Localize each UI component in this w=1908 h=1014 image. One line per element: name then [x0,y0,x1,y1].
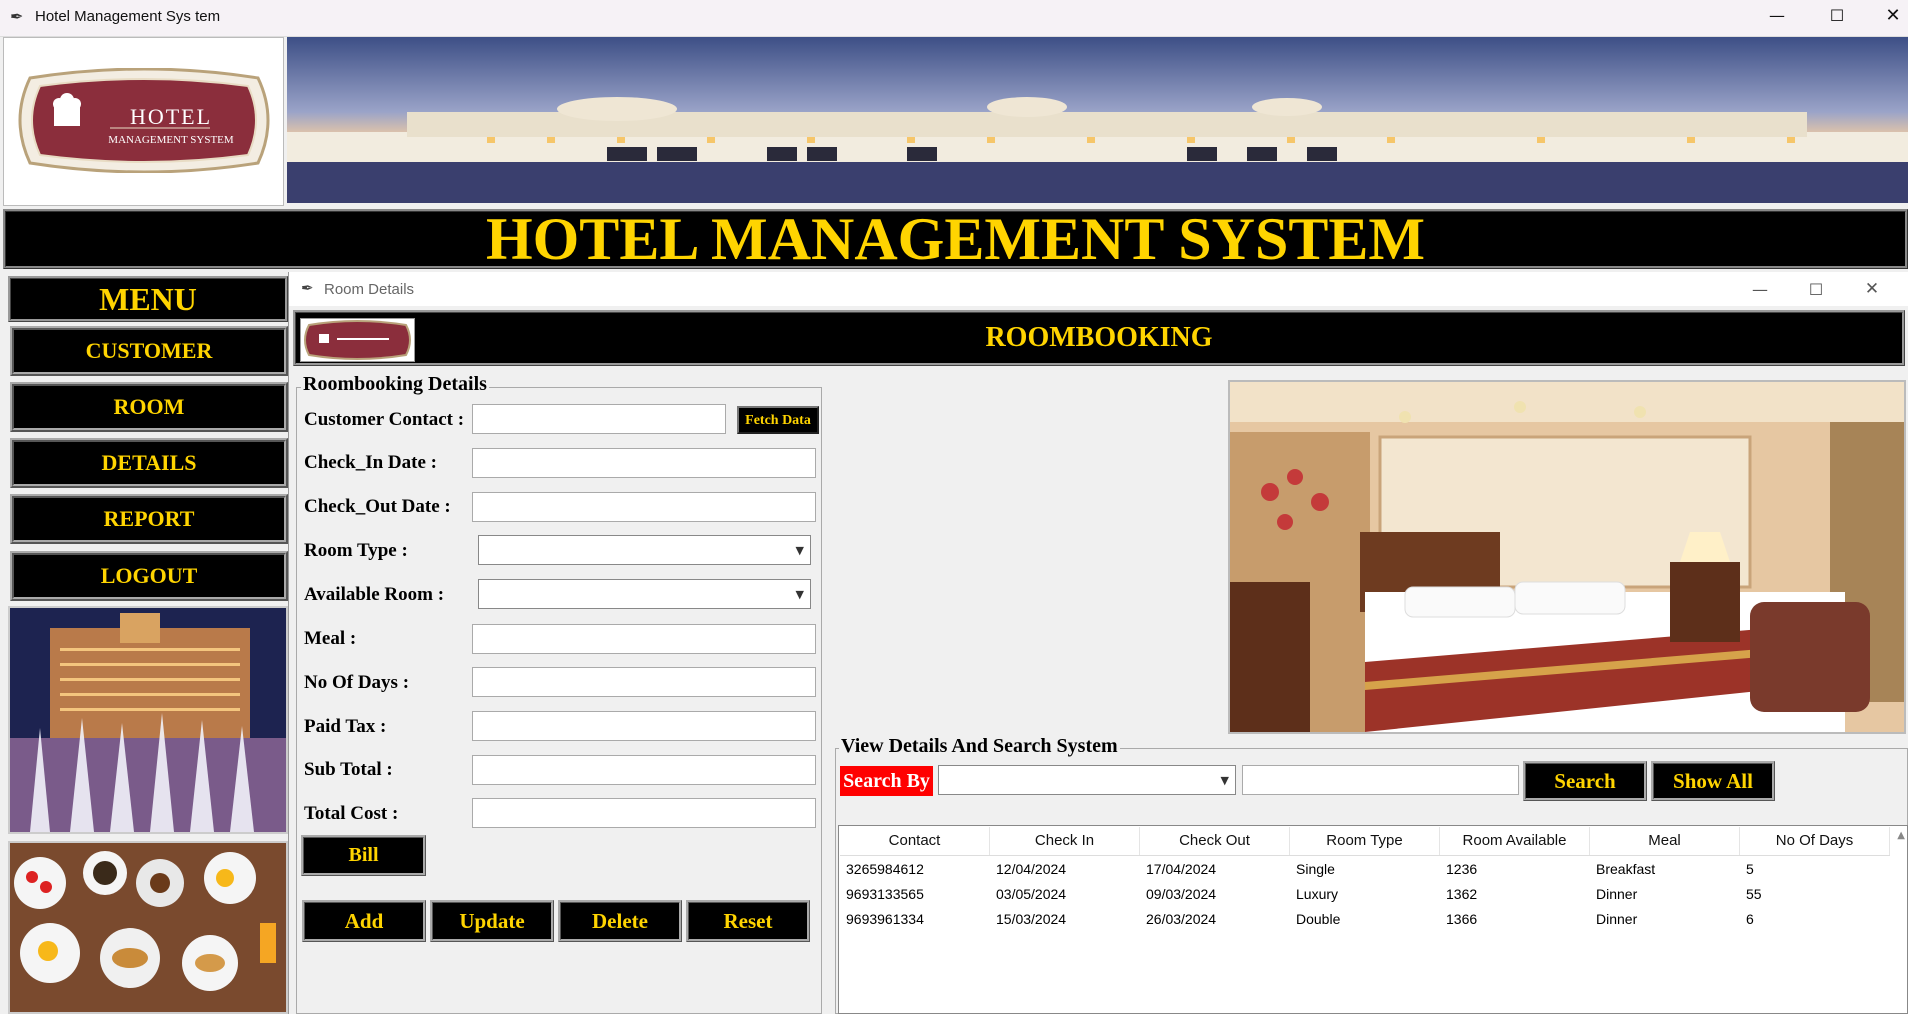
meal-input[interactable] [472,624,816,654]
table-row[interactable]: 3265984612 12/04/2024 17/04/2024 Single … [840,857,1890,881]
chevron-down-icon: ▼ [795,544,804,557]
booking-details-legend: Roombooking Details [301,373,489,396]
cell: 15/03/2024 [996,911,1067,927]
cell: 26/03/2024 [1146,911,1217,927]
table-row[interactable]: 9693133565 03/05/2024 09/03/2024 Luxury … [840,882,1890,906]
menu-title: MENU [8,276,288,322]
menu-details-button[interactable]: DETAILS [10,438,288,488]
search-by-select[interactable]: ▼ [938,765,1236,795]
hotel-logo: HOTEL MANAGEMENT SYSTEM [3,37,284,206]
fetch-data-button[interactable]: Fetch Data [737,406,819,434]
cell: 6 [1746,911,1754,927]
label-total-cost: Total Cost : [304,803,399,824]
label-available-room: Available Room : [304,584,445,605]
table-header: Contact Check In Check Out Room Type Roo… [840,827,1890,856]
cell: 1366 [1446,911,1478,927]
label-room-type: Room Type : [304,540,408,561]
child-window-title: Room Details [324,281,415,298]
delete-button[interactable]: Delete [558,900,682,942]
child-close-icon[interactable]: ✕ [1844,276,1900,302]
breakfast-food-image [8,841,288,1014]
cell: Luxury [1296,886,1339,902]
table-row[interactable]: 9693961334 15/03/2024 26/03/2024 Double … [840,907,1890,931]
cell: Single [1296,861,1335,877]
menu-report-button[interactable]: REPORT [10,494,288,544]
label-no-of-days: No Of Days : [304,672,410,693]
bill-button[interactable]: Bill [301,835,426,876]
hotel-room-image [1228,380,1906,734]
window-titlebar: ✒ Hotel Management Sys tem — ☐ ✕ [0,0,1908,37]
search-by-label: Search By [840,766,933,796]
app-title-banner: HOTEL MANAGEMENT SYSTEM [3,209,1908,269]
child-maximize-icon[interactable]: ☐ [1788,276,1844,302]
maximize-icon[interactable]: ☐ [1808,0,1866,30]
small-hotel-logo [300,318,415,362]
search-frame-legend: View Details And Search System [839,735,1120,758]
child-titlebar: ✒ Room Details — ☐ ✕ [289,272,1908,306]
col-check-in[interactable]: Check In [990,827,1140,855]
label-meal: Meal : [304,628,357,649]
cell: 3265984612 [846,861,924,877]
add-button[interactable]: Add [302,900,426,942]
cell: Breakfast [1596,861,1656,877]
no-of-days-input[interactable] [472,667,816,697]
cell: 5 [1746,861,1754,877]
customer-contact-input[interactable] [472,404,726,434]
logo-line2: MANAGEMENT SYSTEM [108,134,234,146]
col-contact[interactable]: Contact [840,827,990,855]
col-room-type[interactable]: Room Type [1290,827,1440,855]
label-check-in-date: Check_In Date : [304,452,437,473]
update-button[interactable]: Update [430,900,554,942]
logo-line1: HOTEL [129,104,213,129]
cell: 09/03/2024 [1146,886,1217,902]
roombooking-title: ROOMBOOKING [985,322,1213,353]
cell: 1236 [1446,861,1478,877]
cell: Dinner [1596,911,1638,927]
cell: 12/04/2024 [996,861,1067,877]
roombooking-banner: ROOMBOOKING [293,310,1905,366]
col-no-of-days[interactable]: No Of Days [1740,827,1890,855]
show-all-button[interactable]: Show All [1651,761,1775,801]
check-in-date-input[interactable] [472,448,816,478]
chevron-down-icon: ▼ [795,588,804,601]
feather-icon: ✒ [10,7,24,26]
hotel-banner-image [287,37,1908,203]
cell: 55 [1746,886,1762,902]
check-out-date-input[interactable] [472,492,816,522]
label-customer-contact: Customer Contact : [304,409,465,430]
cell: 1362 [1446,886,1478,902]
cell: Dinner [1596,886,1638,902]
search-button[interactable]: Search [1523,761,1647,801]
available-room-select[interactable]: ▼ [478,579,811,609]
scroll-up-icon[interactable]: ▲ [1897,830,1905,841]
close-icon[interactable]: ✕ [1864,0,1908,30]
window-title: Hotel Management Sys tem [35,8,221,25]
booking-table[interactable]: Contact Check In Check Out Room Type Roo… [838,825,1908,1014]
minimize-icon[interactable]: — [1748,0,1806,30]
cell: Double [1296,911,1341,927]
cell: 03/05/2024 [996,886,1067,902]
col-room-available[interactable]: Room Available [1440,827,1590,855]
cell: 9693133565 [846,886,924,902]
paid-tax-input[interactable] [472,711,816,741]
col-meal[interactable]: Meal [1590,827,1740,855]
label-sub-total: Sub Total : [304,759,393,780]
chevron-down-icon: ▼ [1220,774,1229,787]
total-cost-input[interactable] [472,798,816,828]
hotel-fountain-image [8,606,288,834]
label-check-out-date: Check_Out Date : [304,496,451,517]
col-check-out[interactable]: Check Out [1140,827,1290,855]
label-paid-tax: Paid Tax : [304,716,387,737]
menu-logout-button[interactable]: LOGOUT [10,551,288,601]
feather-icon: ✒ [301,279,314,297]
menu-room-button[interactable]: ROOM [10,382,288,432]
sub-total-input[interactable] [472,755,816,785]
menu-customer-button[interactable]: CUSTOMER [10,326,288,376]
child-minimize-icon[interactable]: — [1732,276,1788,302]
cell: 17/04/2024 [1146,861,1217,877]
reset-button[interactable]: Reset [686,900,810,942]
cell: 9693961334 [846,911,924,927]
search-input[interactable] [1242,765,1519,795]
room-type-select[interactable]: ▼ [478,535,811,565]
